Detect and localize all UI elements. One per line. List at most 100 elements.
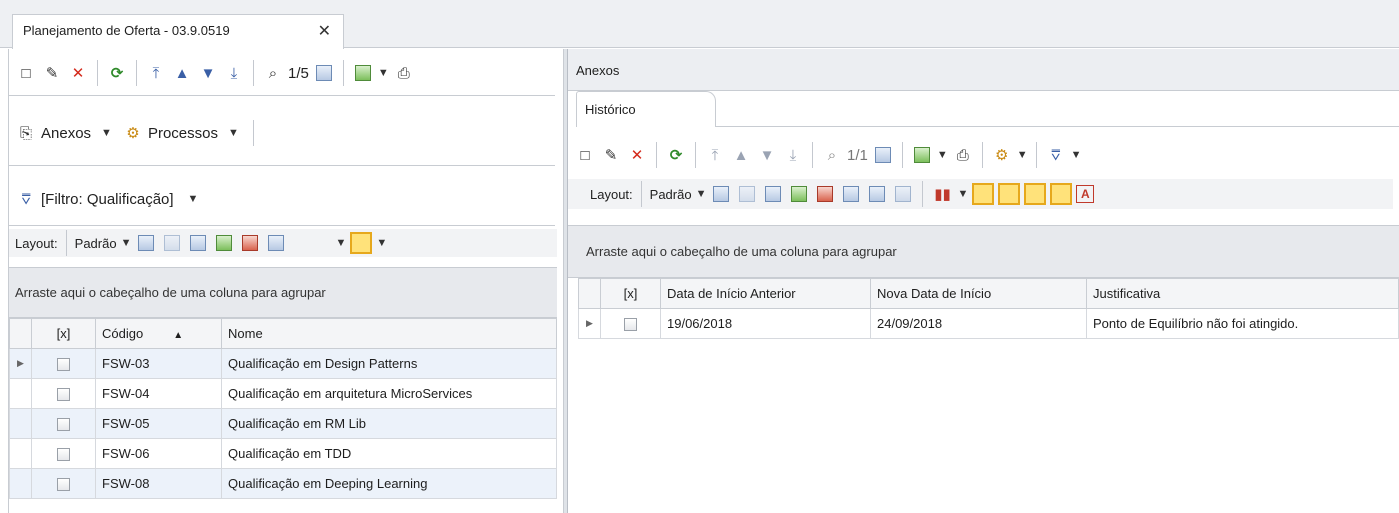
font-icon[interactable]: A — [1076, 185, 1095, 203]
layout-columns-icon[interactable] — [265, 232, 287, 254]
layout-columns-icon[interactable] — [840, 183, 862, 205]
chart-dropdown-icon[interactable]: ▼ — [957, 188, 968, 200]
cell-codigo[interactable]: FSW-05 — [95, 408, 222, 439]
new-document-icon[interactable]: □ — [15, 62, 37, 84]
layout-grid-icon[interactable] — [762, 183, 784, 205]
row-checkbox[interactable] — [57, 478, 70, 492]
new-document-icon[interactable]: □ — [574, 144, 596, 166]
layout-preset[interactable]: Padrão — [650, 187, 692, 202]
cell-nova-data-inicio[interactable]: 24/09/2018 — [870, 308, 1087, 339]
delete-icon[interactable]: ✕ — [626, 144, 648, 166]
view-option-3-icon[interactable] — [1024, 183, 1047, 205]
processos-dropdown-icon[interactable]: ▼ — [228, 127, 239, 139]
cell-codigo[interactable]: FSW-06 — [95, 438, 222, 469]
close-tab-icon[interactable]: ✕ — [318, 21, 331, 41]
calendar-icon[interactable] — [313, 62, 335, 84]
row-checkbox[interactable] — [57, 448, 70, 462]
table-row[interactable]: ▶ 19/06/2018 24/09/2018 Ponto de Equilíb… — [578, 308, 1399, 339]
row-checkbox-cell[interactable] — [31, 348, 96, 379]
document-tab[interactable]: Planejamento de Oferta - 03.9.0519 ✕ — [12, 14, 344, 49]
refresh-icon[interactable]: ⟳ — [665, 144, 687, 166]
export-dropdown-icon[interactable]: ▼ — [378, 67, 389, 79]
first-record-icon[interactable]: ⤒ — [145, 62, 167, 84]
layout-save-icon[interactable] — [135, 232, 157, 254]
layout-import-icon[interactable] — [788, 183, 810, 205]
processes-icon[interactable]: ⚙ — [991, 144, 1013, 166]
row-checkbox[interactable] — [57, 418, 70, 432]
last-record-icon[interactable]: ⤓ — [782, 144, 804, 166]
cell-codigo[interactable]: FSW-08 — [95, 468, 222, 499]
row-checkbox[interactable] — [57, 358, 70, 372]
table-row[interactable]: FSW-05 Qualificação em RM Lib — [9, 408, 557, 439]
anexos-dropdown-icon[interactable]: ▼ — [101, 127, 112, 139]
edit-icon[interactable]: ✎ — [600, 144, 622, 166]
cell-data-inicio-anterior[interactable]: 19/06/2018 — [660, 308, 871, 339]
group-by-area[interactable]: Arraste aqui o cabeçalho de uma coluna p… — [9, 267, 557, 318]
cell-nome[interactable]: Qualificação em Deeping Learning — [221, 468, 557, 499]
find-icon[interactable]: ⌕ — [262, 62, 284, 84]
next-record-icon[interactable]: ▼ — [197, 62, 219, 84]
cell-nome[interactable]: Qualificação em arquitetura MicroService… — [221, 378, 557, 409]
previous-record-icon[interactable]: ▲ — [171, 62, 193, 84]
layout-highlight-dropdown-icon[interactable]: ▼ — [376, 237, 387, 249]
next-record-icon[interactable]: ▼ — [756, 144, 778, 166]
layout-save-icon[interactable] — [710, 183, 732, 205]
layout-preset[interactable]: Padrão — [75, 236, 117, 251]
layout-import-icon[interactable] — [213, 232, 235, 254]
column-header-data-inicio-anterior[interactable]: Data de Início Anterior — [660, 278, 871, 309]
view-option-2-icon[interactable] — [998, 183, 1021, 205]
find-icon[interactable]: ⌕ — [821, 144, 843, 166]
row-checkbox-cell[interactable] — [31, 378, 96, 409]
filter-icon[interactable]: ⩢ — [1045, 144, 1067, 166]
export-icon[interactable] — [911, 144, 933, 166]
layout-preset-dropdown-icon[interactable]: ▼ — [696, 188, 707, 200]
layout-highlight-icon[interactable] — [350, 232, 373, 254]
row-checkbox-cell[interactable] — [31, 408, 96, 439]
filter-icon[interactable]: ⩢ — [15, 188, 37, 210]
row-checkbox-cell[interactable] — [31, 468, 96, 499]
group-by-area[interactable]: Arraste aqui o cabeçalho de uma coluna p… — [568, 225, 1399, 278]
cell-nome[interactable]: Qualificação em Design Patterns — [221, 348, 557, 379]
row-checkbox-cell[interactable] — [600, 308, 661, 339]
table-row[interactable]: FSW-04 Qualificação em arquitetura Micro… — [9, 378, 557, 409]
cell-nome[interactable]: Qualificação em TDD — [221, 438, 557, 469]
last-record-icon[interactable]: ⤓ — [223, 62, 245, 84]
column-header-codigo[interactable]: Código ▲ — [95, 318, 222, 349]
export-dropdown-icon[interactable]: ▼ — [937, 149, 948, 161]
tab-historico[interactable]: Histórico — [576, 91, 716, 127]
delete-icon[interactable]: ✕ — [67, 62, 89, 84]
column-header-justificativa[interactable]: Justificativa — [1086, 278, 1399, 309]
chart-icon[interactable]: ▮▮ — [931, 183, 953, 205]
filter-label[interactable]: [Filtro: Qualificação] — [41, 191, 174, 208]
print-icon[interactable]: ⎙ — [952, 144, 974, 166]
table-row[interactable]: ▶ FSW-03 Qualificação em Design Patterns — [9, 348, 557, 379]
processos-menu[interactable]: Processos — [148, 125, 218, 142]
table-row[interactable]: FSW-06 Qualificação em TDD — [9, 438, 557, 469]
layout-upload-icon[interactable] — [239, 232, 261, 254]
filter-dropdown-icon[interactable]: ▼ — [188, 193, 199, 205]
filter-dropdown-icon[interactable]: ▼ — [1071, 149, 1082, 161]
layout-upload-icon[interactable] — [814, 183, 836, 205]
layout-preset-dropdown-icon[interactable]: ▼ — [121, 237, 132, 249]
column-header-nome[interactable]: Nome — [221, 318, 557, 349]
calendar-icon[interactable] — [872, 144, 894, 166]
column-header-nova-data-inicio[interactable]: Nova Data de Início — [870, 278, 1087, 309]
layout-sum-icon[interactable] — [866, 183, 888, 205]
view-option-1-icon[interactable] — [972, 183, 995, 205]
anexos-menu[interactable]: Anexos — [41, 125, 91, 142]
print-icon[interactable]: ⎙ — [393, 62, 415, 84]
row-checkbox[interactable] — [624, 318, 637, 332]
cell-justificativa[interactable]: Ponto de Equilíbrio não foi atingido. — [1086, 308, 1399, 339]
layout-copy-icon[interactable] — [161, 232, 183, 254]
column-header-select[interactable]: [x] — [31, 318, 96, 349]
row-checkbox-cell[interactable] — [31, 438, 96, 469]
previous-record-icon[interactable]: ▲ — [730, 144, 752, 166]
cell-codigo[interactable]: FSW-03 — [95, 348, 222, 379]
table-row[interactable]: FSW-08 Qualificação em Deeping Learning — [9, 468, 557, 499]
first-record-icon[interactable]: ⤒ — [704, 144, 726, 166]
layout-grid-icon[interactable] — [187, 232, 209, 254]
cell-codigo[interactable]: FSW-04 — [95, 378, 222, 409]
layout-copy-icon[interactable] — [736, 183, 758, 205]
column-header-select[interactable]: [x] — [600, 278, 661, 309]
layout-more-dropdown-icon[interactable]: ▼ — [335, 237, 346, 249]
